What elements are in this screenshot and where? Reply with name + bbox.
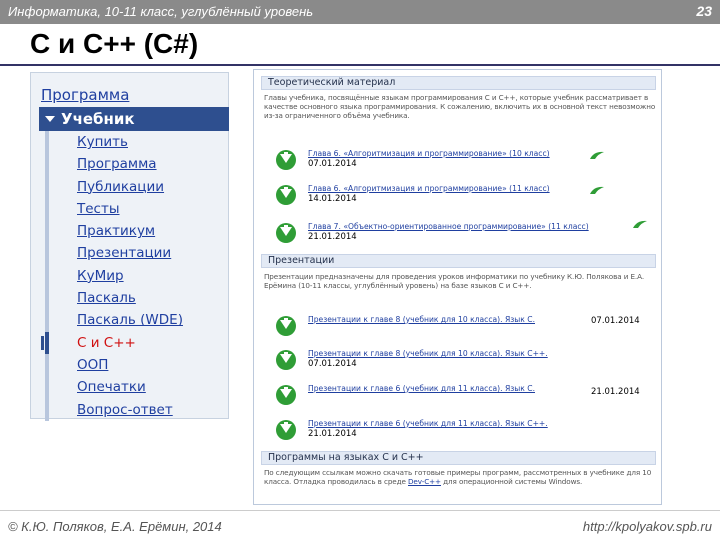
sidebar-item-label: Паскаль: [77, 290, 136, 307]
file-date: 14.01.2014: [308, 194, 357, 204]
file-date: 21.01.2014: [591, 387, 640, 397]
file-row[interactable]: Глава 6. «Алгоритмизация и программирова…: [254, 184, 661, 214]
sidebar-item-c-cpp[interactable]: С и С++: [41, 331, 229, 354]
file-link[interactable]: Глава 6. «Алгоритмизация и программирова…: [308, 149, 550, 158]
new-flag-icon: [590, 151, 604, 159]
footer-divider: [0, 510, 720, 511]
slide-title: С и С++ (C#): [30, 28, 199, 59]
file-row[interactable]: Презентации к главе 6 (учебник для 11 кл…: [254, 419, 661, 449]
dev-cpp-link[interactable]: Dev-C++: [408, 477, 441, 486]
sidebar-item-pascal[interactable]: Паскаль: [45, 287, 229, 310]
sidebar-item-practicum[interactable]: Практикум: [45, 220, 229, 243]
file-link[interactable]: Презентации к главе 8 (учебник для 10 кл…: [308, 315, 535, 324]
file-row[interactable]: Презентации к главе 6 (учебник для 11 кл…: [254, 384, 661, 414]
sidebar-item-label: Презентации: [77, 245, 172, 262]
sidebar-list: Купить Программа Публикации Тесты Практи…: [41, 131, 229, 421]
sidebar-section-textbook[interactable]: Учебник: [39, 107, 229, 131]
file-link[interactable]: Презентации к главе 6 (учебник для 11 кл…: [308, 419, 548, 428]
file-link[interactable]: Презентации к главе 6 (учебник для 11 кл…: [308, 384, 535, 393]
download-icon[interactable]: [276, 150, 296, 170]
sidebar-item-label: Паскаль (WDE): [77, 312, 183, 329]
file-row[interactable]: Презентации к главе 8 (учебник для 10 кл…: [254, 349, 661, 379]
file-row[interactable]: Глава 6. «Алгоритмизация и программирова…: [254, 149, 661, 179]
sidebar-item-label: Программа: [77, 156, 157, 173]
new-flag-icon: [590, 186, 604, 194]
sidebar-item-kumir[interactable]: КуМир: [45, 264, 229, 288]
chevron-down-icon: [45, 115, 55, 122]
footer-url[interactable]: http://kpolyakov.spb.ru: [583, 519, 712, 534]
download-icon[interactable]: [276, 420, 296, 440]
content-panel: Теоретический материал Главы учебника, п…: [253, 69, 662, 505]
section-heading-programs: Программы на языках С и С++: [261, 451, 656, 465]
file-date: 07.01.2014: [308, 359, 357, 369]
sidebar-section-label: Учебник: [61, 110, 135, 128]
sidebar-item-program[interactable]: Программа: [45, 153, 229, 176]
section-text-theory: Главы учебника, посвящённые языкам прогр…: [264, 93, 656, 121]
sidebar-item-label: Практикум: [77, 223, 156, 240]
section-heading-theory: Теоретический материал: [261, 76, 656, 90]
file-date: 21.01.2014: [308, 429, 357, 439]
top-bar: Информатика, 10-11 класс, углублённый ур…: [0, 0, 720, 24]
sidebar-item-qa[interactable]: Вопрос-ответ: [45, 398, 229, 421]
sidebar-item-publications[interactable]: Публикации: [45, 175, 229, 198]
sidebar-item-label: Купить: [77, 134, 128, 150]
file-date: 21.01.2014: [308, 232, 357, 242]
sidebar-item-label: С и С++: [77, 334, 136, 351]
new-flag-icon: [633, 220, 647, 228]
sidebar-item-errata[interactable]: Опечатки: [45, 376, 229, 399]
download-icon[interactable]: [276, 223, 296, 243]
footer-authors: © К.Ю. Поляков, Е.А. Ерёмин, 2014: [8, 519, 222, 534]
file-link[interactable]: Глава 7. «Объектно-ориентированное прогр…: [308, 222, 589, 231]
section-text-presentations: Презентации предназначены для проведения…: [264, 272, 645, 291]
sidebar-item-tests[interactable]: Тесты: [45, 197, 229, 221]
programs-text-end: для операционной системы Windows.: [440, 477, 583, 487]
section-heading-presentations: Презентации: [261, 254, 656, 268]
download-icon[interactable]: [276, 316, 296, 336]
download-icon[interactable]: [276, 350, 296, 370]
sidebar-item-pascal-wde[interactable]: Паскаль (WDE): [45, 309, 229, 332]
file-link[interactable]: Глава 6. «Алгоритмизация и программирова…: [308, 184, 550, 193]
file-row[interactable]: Глава 7. «Объектно-ориентированное прогр…: [254, 220, 661, 252]
sidebar-item-buy[interactable]: Купить: [45, 131, 229, 154]
sidebar-item-label: ООП: [77, 356, 109, 373]
file-link[interactable]: Презентации к главе 8 (учебник для 10 кл…: [308, 349, 548, 358]
section-text-programs: По следующим ссылкам можно скачать готов…: [264, 468, 656, 486]
current-marker: [41, 335, 44, 350]
title-divider: [0, 64, 720, 66]
sidebar-item-label: Опечатки: [77, 379, 146, 396]
file-row[interactable]: Презентации к главе 8 (учебник для 10 кл…: [254, 315, 661, 345]
sidebar-item-presentations[interactable]: Презентации: [45, 242, 229, 265]
sidebar-item-label: Тесты: [77, 200, 120, 217]
sidebar-item-label: Публикации: [77, 178, 165, 195]
download-icon[interactable]: [276, 385, 296, 405]
sidebar-item-label: Вопрос-ответ: [77, 401, 173, 418]
download-icon[interactable]: [276, 185, 296, 205]
sidebar-link-programma[interactable]: Программа: [41, 86, 129, 104]
sidebar-item-oop[interactable]: ООП: [45, 353, 229, 377]
sidebar-nav: Программа Учебник Купить Программа Публи…: [30, 72, 229, 421]
file-date: 07.01.2014: [308, 159, 357, 169]
page-number: 23: [696, 3, 712, 19]
subject-title: Информатика, 10-11 класс, углублённый ур…: [8, 4, 314, 19]
file-date: 07.01.2014: [591, 316, 640, 326]
sidebar-item-label: КуМир: [77, 267, 124, 284]
